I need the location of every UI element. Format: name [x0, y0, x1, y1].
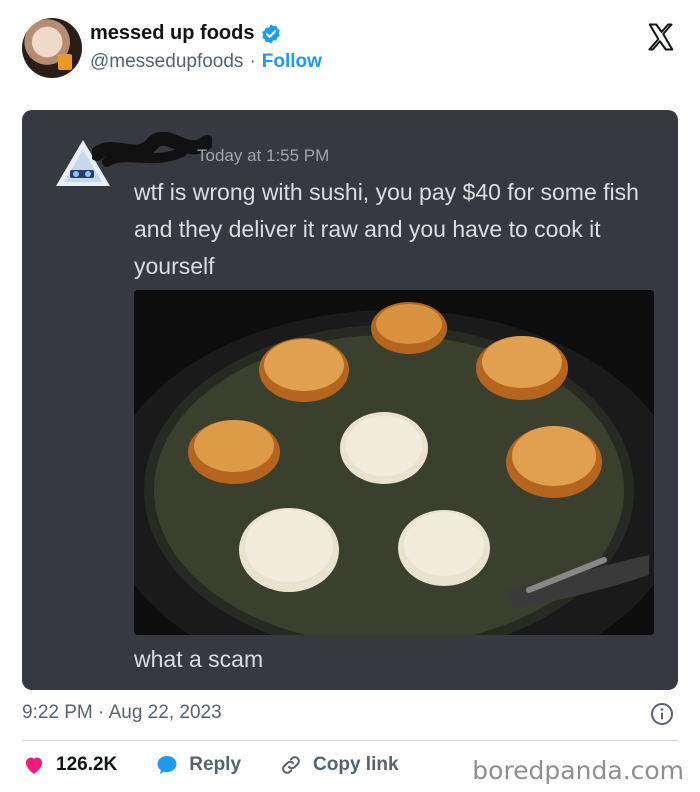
heart-icon	[26, 757, 42, 774]
message-timestamp: Today at 1:55 PM	[197, 146, 330, 165]
tweet-header: messed up foods @messedupfoods · Follow	[22, 18, 682, 78]
handle-row: @messedupfoods · Follow	[90, 51, 322, 73]
copy-link-button[interactable]: Copy link	[279, 753, 399, 777]
message-text: wtf is wrong with sushi, you pay $40 for…	[134, 179, 639, 279]
display-name[interactable]: messed up foods	[90, 22, 254, 45]
follow-button[interactable]: Follow	[262, 51, 322, 73]
copy-link-label: Copy link	[313, 754, 399, 775]
divider	[22, 740, 678, 741]
fries-graphic	[58, 54, 72, 70]
reply-bubble-icon	[157, 756, 177, 774]
reply-button[interactable]: Reply	[155, 753, 241, 777]
verified-badge-icon	[262, 23, 281, 44]
name-row: messed up foods	[90, 22, 282, 45]
separator-dot: ·	[249, 51, 256, 72]
fried-sushi-photo	[134, 290, 654, 635]
redacted-username-scribble	[92, 132, 212, 167]
boredpanda-watermark: boredpanda.com	[472, 756, 684, 785]
handle[interactable]: @messedupfoods	[90, 51, 243, 73]
like-button[interactable]: 126.2K	[22, 753, 117, 777]
embedded-image-card[interactable]: Today at 1:55 PM wtf is wrong with sushi…	[22, 110, 678, 690]
x-logo-icon[interactable]	[646, 22, 676, 52]
info-icon[interactable]	[650, 702, 674, 726]
reply-label: Reply	[189, 754, 242, 775]
action-bar: 126.2K Reply Copy link	[22, 750, 437, 780]
message-caption: what a scam	[134, 646, 264, 672]
post-timestamp[interactable]: 9:22 PM · Aug 22, 2023	[22, 702, 222, 724]
profile-avatar[interactable]	[22, 18, 82, 78]
link-icon	[282, 756, 300, 774]
like-count: 126.2K	[56, 754, 118, 775]
